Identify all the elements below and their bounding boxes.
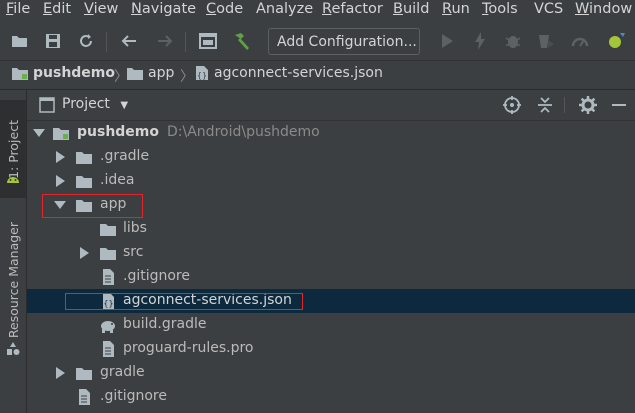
project-view-dropdown[interactable]: Project ▼ <box>62 96 128 112</box>
open-folder-icon[interactable] <box>9 30 31 52</box>
sync-icon[interactable] <box>75 30 97 52</box>
sync-gradle-icon[interactable] <box>605 30 627 52</box>
menu-bar: File Edit View Navigate Code Analyze Ref… <box>0 0 635 22</box>
chevron-right-icon: 〉 <box>114 69 128 85</box>
menu-window[interactable]: Window <box>575 1 632 17</box>
apply-changes-icon[interactable] <box>469 30 491 52</box>
folder-icon <box>76 176 92 188</box>
module-folder-icon <box>12 68 28 80</box>
menu-code[interactable]: Code <box>206 1 243 17</box>
tree-row-root-gitignore[interactable]: .gitignore <box>27 385 635 409</box>
text-file-icon <box>103 341 114 357</box>
menu-refactor[interactable]: Refactor <box>322 1 383 17</box>
main-toolbar: Add Configuration... <box>0 24 635 61</box>
project-view-icon <box>39 97 55 113</box>
android-icon <box>5 170 21 184</box>
tree-row-build-gradle[interactable]: build.gradle <box>27 313 635 337</box>
chevron-right-icon[interactable] <box>78 246 90 260</box>
module-folder-icon <box>53 128 69 140</box>
save-icon[interactable] <box>42 30 64 52</box>
gear-icon[interactable] <box>579 96 597 114</box>
tree-row-pushdemo[interactable]: pushdemo D:\Android\pushdemo <box>27 121 635 145</box>
menu-file[interactable]: File <box>6 1 30 17</box>
breadcrumb-item-file[interactable]: {} agconnect-services.json <box>195 65 383 81</box>
breadcrumb-item-app[interactable]: app <box>127 65 174 81</box>
svg-text:{}: {} <box>197 71 207 80</box>
coverage-icon[interactable] <box>535 30 557 52</box>
folder-icon <box>100 248 116 260</box>
chevron-down-icon: ▼ <box>120 100 129 111</box>
highlight-box-agconnect <box>65 293 303 310</box>
back-arrow-icon[interactable] <box>118 30 140 52</box>
resource-manager-icon <box>6 342 20 356</box>
left-tool-strip: 1: Project Resource Manager <box>0 90 27 413</box>
forward-arrow-icon[interactable] <box>154 30 176 52</box>
tree-row-gradle-dir[interactable]: .gradle <box>27 145 635 169</box>
tree-row-app-gitignore[interactable]: .gitignore <box>27 265 635 289</box>
add-configuration-dropdown[interactable]: Add Configuration... <box>268 28 420 55</box>
tree-row-idea[interactable]: .idea <box>27 169 635 193</box>
chevron-right-icon[interactable] <box>54 366 66 380</box>
tab-resource-manager[interactable]: Resource Manager <box>0 220 26 340</box>
tree-row-libs[interactable]: libs <box>27 217 635 241</box>
tree-row-src[interactable]: src <box>27 241 635 265</box>
json-file-icon: {} <box>196 66 208 80</box>
folder-icon <box>76 152 92 164</box>
menu-navigate[interactable]: Navigate <box>131 1 196 17</box>
menu-vcs[interactable]: VCS <box>534 1 563 17</box>
menu-edit[interactable]: Edit <box>43 1 71 17</box>
project-panel-header: Project ▼ <box>27 90 635 121</box>
locate-target-icon[interactable] <box>503 96 521 114</box>
chevron-right-icon: 〉 <box>180 69 194 85</box>
build-hammer-icon[interactable] <box>231 30 253 52</box>
project-tree: pushdemo D:\Android\pushdemo .gradle .ide… <box>27 121 635 413</box>
tree-row-gradle[interactable]: gradle <box>27 361 635 385</box>
minimize-icon[interactable] <box>612 104 626 106</box>
breadcrumb-item-pushdemo[interactable]: pushdemo <box>12 65 115 81</box>
profiler-icon[interactable] <box>569 30 591 52</box>
collapse-all-icon[interactable] <box>536 96 554 114</box>
menu-build[interactable]: Build <box>393 1 429 17</box>
tree-row-proguard-rules[interactable]: proguard-rules.pro <box>27 337 635 361</box>
chevron-right-icon[interactable] <box>54 150 66 164</box>
folder-icon <box>127 68 143 80</box>
menu-view[interactable]: View <box>84 1 118 17</box>
project-panel: Project ▼ pushdemo D:\Android\pushdemo .g… <box>27 90 635 413</box>
chevron-down-icon[interactable] <box>33 126 45 140</box>
text-file-icon <box>79 389 90 405</box>
gradle-elephant-icon <box>101 321 115 333</box>
folder-icon <box>76 368 92 380</box>
menu-tools[interactable]: Tools <box>482 1 518 17</box>
menu-analyze[interactable]: Analyze <box>256 1 313 17</box>
debug-icon[interactable] <box>502 30 524 52</box>
folder-icon <box>100 224 116 236</box>
chevron-right-icon[interactable] <box>54 174 66 188</box>
menu-run[interactable]: Run <box>442 1 470 17</box>
breadcrumb: pushdemo 〉 app 〉 {} agconnect-services.j… <box>0 61 635 90</box>
highlight-box-app <box>42 194 143 218</box>
run-icon[interactable] <box>436 30 458 52</box>
text-file-icon <box>103 269 114 285</box>
terminal-icon[interactable] <box>197 30 219 52</box>
